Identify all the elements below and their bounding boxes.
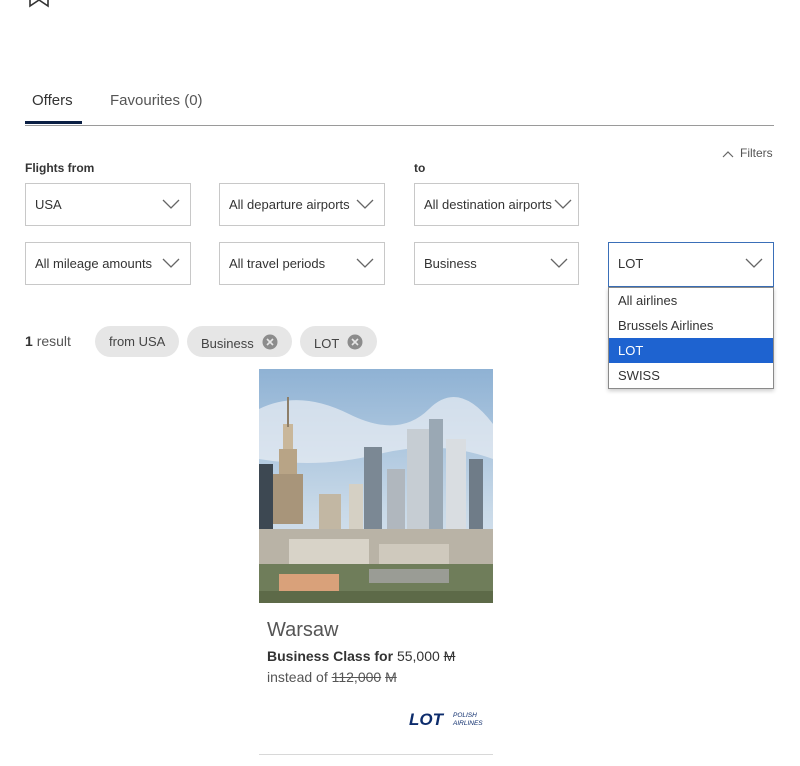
offer-old-price-value: 112,000	[331, 669, 382, 685]
result-count-number: 1	[25, 333, 33, 349]
chip-label: from USA	[109, 334, 166, 349]
cabin-select-value: Business	[424, 256, 477, 271]
offer-card[interactable]: Warsaw Business Class for 55,000 M inste…	[259, 369, 493, 755]
chevron-down-icon	[550, 258, 568, 268]
filters-toggle-label: Filters	[740, 146, 773, 160]
airline-dropdown-list: All airlines Brussels Airlines LOT SWISS	[608, 287, 774, 389]
offer-instead-label: instead of	[267, 669, 328, 685]
airline-option[interactable]: LOT	[609, 338, 773, 363]
filters-toggle-button[interactable]: Filters	[722, 146, 773, 160]
filter-chip-origin[interactable]: from USA	[95, 326, 180, 357]
logo-sub1: POLISH	[453, 712, 477, 719]
origin-select[interactable]: USA	[25, 183, 191, 226]
departure-airports-value: All departure airports	[229, 197, 350, 212]
logo-text: LOT	[409, 710, 445, 728]
remove-chip-icon[interactable]	[347, 334, 363, 353]
to-label: to	[414, 161, 426, 175]
travel-periods-select[interactable]: All travel periods	[219, 242, 385, 285]
result-count-label: result	[36, 333, 71, 349]
tab-offers[interactable]: Offers	[32, 92, 73, 109]
chevron-down-icon	[162, 199, 180, 209]
chip-label: Business	[201, 336, 254, 351]
cabin-select[interactable]: Business	[414, 242, 579, 285]
miles-currency-icon: M	[443, 648, 456, 664]
remove-chip-icon[interactable]	[262, 334, 278, 353]
logo-sub2: AIRLINES	[452, 720, 483, 727]
flights-from-label: Flights from	[25, 161, 95, 175]
offer-price: Business Class for 55,000 M	[267, 648, 455, 664]
mileage-select[interactable]: All mileage amounts	[25, 242, 191, 285]
filter-chip-airline[interactable]: LOT	[300, 326, 378, 357]
filter-chip-cabin[interactable]: Business	[187, 326, 292, 357]
offer-city: Warsaw	[267, 619, 339, 641]
card-divider	[259, 754, 493, 755]
airline-select[interactable]: LOT	[608, 242, 774, 287]
airline-option[interactable]: All airlines	[609, 288, 773, 313]
chevron-down-icon	[745, 258, 763, 268]
offer-price-label: Business Class for	[267, 648, 394, 664]
lot-airline-logo: LOT POLISH AIRLINES	[409, 710, 487, 733]
offer-price-value: 55,000	[396, 648, 440, 664]
chip-label: LOT	[314, 336, 340, 351]
offers-tabs: Offers Favourites (0)	[25, 88, 774, 126]
chevron-down-icon	[356, 258, 374, 268]
origin-select-value: USA	[35, 197, 62, 212]
destination-airports-select[interactable]: All destination airports	[414, 183, 579, 226]
mileage-select-value: All mileage amounts	[35, 256, 153, 271]
travel-periods-value: All travel periods	[229, 256, 326, 271]
airline-select-value: LOT	[618, 256, 644, 271]
departure-airports-select[interactable]: All departure airports	[219, 183, 385, 226]
chevron-down-icon	[356, 199, 374, 209]
chevron-up-icon	[722, 150, 734, 158]
result-count: 1 result	[25, 333, 71, 349]
bookmark-icon[interactable]	[28, 0, 50, 13]
city-skyline-image	[259, 369, 493, 603]
airline-option[interactable]: Brussels Airlines	[609, 313, 773, 338]
miles-currency-icon: M	[385, 669, 397, 685]
offer-old-price: instead of 112,000 M	[267, 669, 397, 685]
airline-option[interactable]: SWISS	[609, 363, 773, 388]
tab-favourites[interactable]: Favourites (0)	[110, 92, 203, 109]
chevron-down-icon	[162, 258, 180, 268]
chevron-down-icon	[554, 199, 572, 209]
destination-airports-value: All destination airports	[424, 197, 552, 212]
active-tab-indicator	[25, 121, 82, 124]
